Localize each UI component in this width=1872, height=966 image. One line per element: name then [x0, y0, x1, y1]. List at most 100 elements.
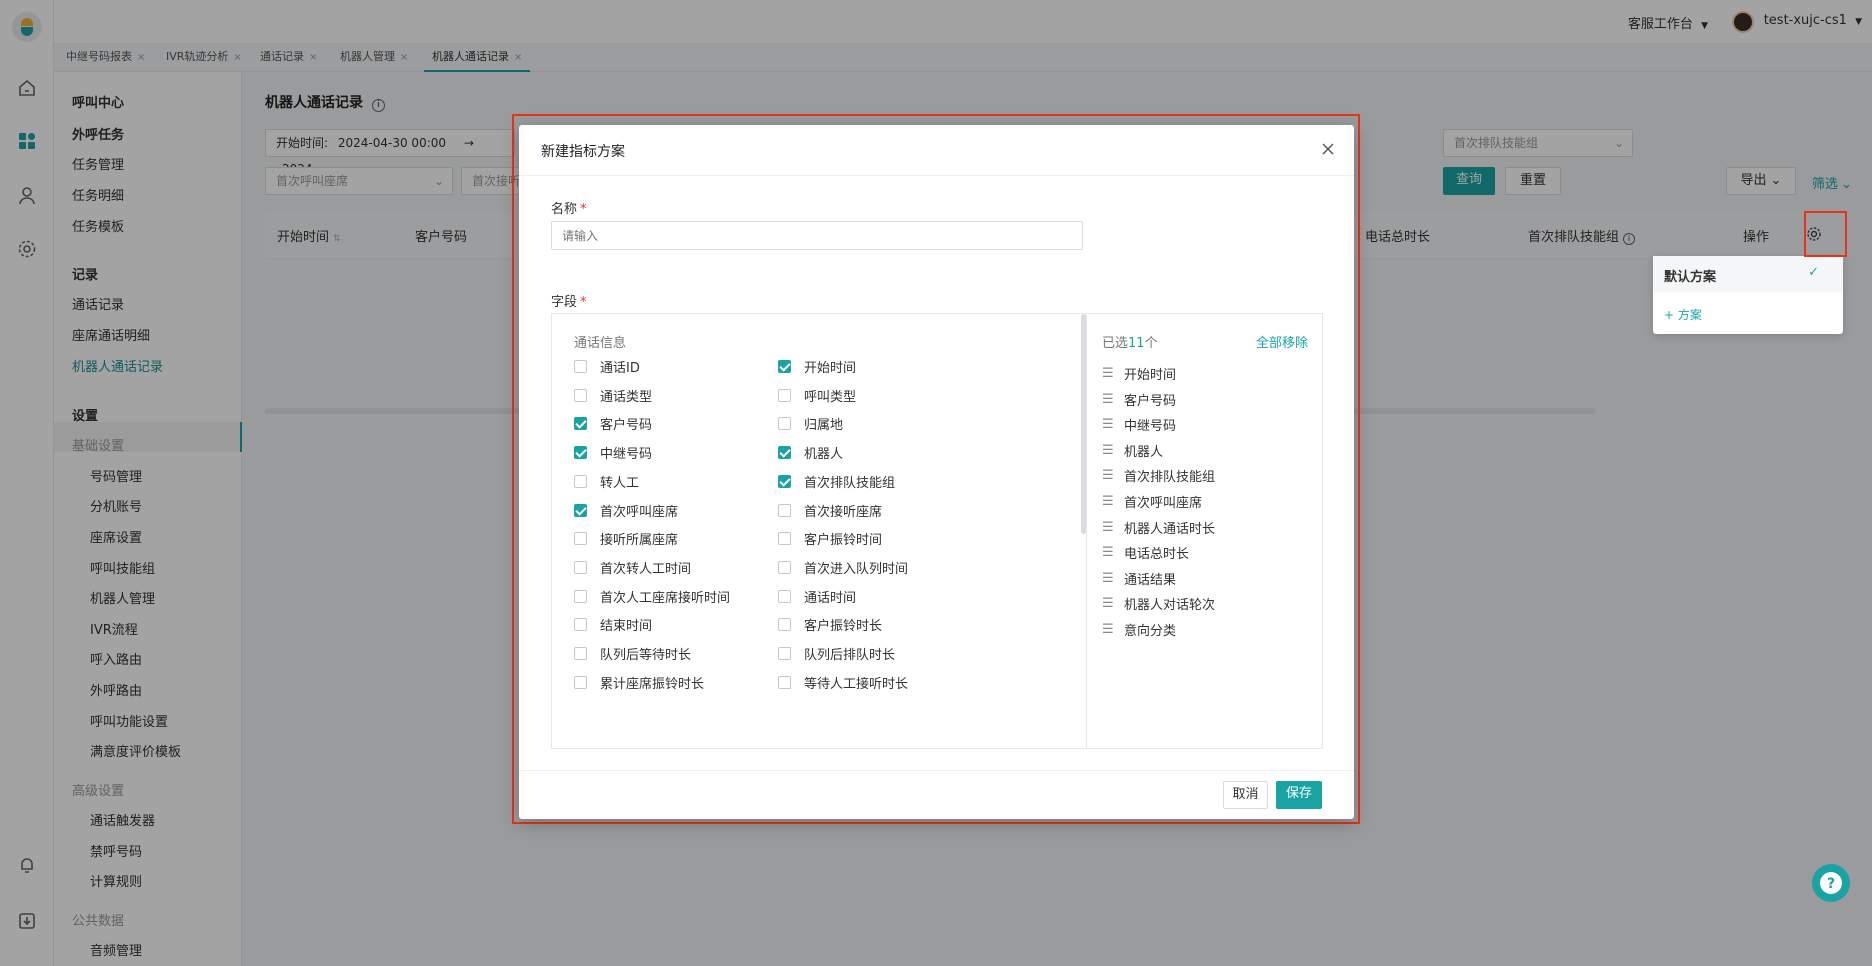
checkbox-checked[interactable]: [778, 446, 791, 460]
group-title: 通话信息: [574, 336, 627, 351]
field-option[interactable]: 通话ID: [574, 357, 640, 376]
selected-item[interactable]: ☰ 通话结果: [1102, 569, 1176, 588]
fields-label: 字段 *: [551, 291, 587, 310]
field-option[interactable]: 通话类型: [574, 386, 652, 405]
field-option[interactable]: 客户振铃时长: [778, 615, 882, 634]
drag-handle-icon[interactable]: ☰: [1102, 468, 1114, 483]
checkbox[interactable]: [574, 589, 587, 603]
checkbox[interactable]: [574, 388, 587, 402]
option-label: 通话ID: [600, 361, 640, 376]
checkbox[interactable]: [574, 675, 587, 689]
field-option[interactable]: 首次人工座席接听时间: [574, 587, 730, 606]
checkbox[interactable]: [574, 360, 587, 373]
option-label: 队列后排队时长: [804, 648, 896, 663]
drag-handle-icon[interactable]: ☰: [1102, 571, 1114, 586]
selected-item[interactable]: ☰ 首次呼叫座席: [1102, 492, 1202, 511]
selected-count-value: 11: [1128, 336, 1145, 351]
checkbox[interactable]: [574, 474, 587, 488]
checkbox[interactable]: [778, 388, 791, 402]
checkbox[interactable]: [778, 417, 791, 431]
scheme-default-item[interactable]: 默认方案 ✓: [1653, 256, 1843, 292]
drag-handle-icon[interactable]: ☰: [1102, 520, 1114, 535]
checkbox[interactable]: [574, 532, 587, 546]
remove-all-link[interactable]: 全部移除: [1256, 332, 1308, 351]
checkbox[interactable]: [574, 618, 587, 632]
option-label: 通话类型: [600, 389, 653, 405]
selected-item[interactable]: ☰ 电话总时长: [1102, 543, 1189, 562]
checkbox[interactable]: [778, 647, 791, 660]
save-button[interactable]: 保存: [1276, 781, 1322, 809]
checkbox[interactable]: [778, 589, 791, 603]
selected-panel: 已选11个 全部移除 ☰ 开始时间 ☰ 客户号码 ☰ 中继号码 ☰ 机器人 ☰ 首次排队技能组 ☰ 首…: [1088, 314, 1322, 748]
checkbox[interactable]: [778, 503, 791, 517]
checkbox-checked[interactable]: [778, 474, 791, 488]
option-label: 结束时间: [600, 619, 653, 635]
checkbox[interactable]: [778, 560, 791, 574]
field-option[interactable]: 通话时间: [778, 587, 856, 606]
selected-item[interactable]: ☰ 机器人对话轮次: [1102, 594, 1215, 613]
option-label: 客户号码: [600, 418, 653, 434]
drag-handle-icon[interactable]: ☰: [1102, 622, 1114, 637]
field-option[interactable]: 中继号码: [574, 443, 652, 462]
selected-item[interactable]: ☰ 客户号码: [1102, 390, 1176, 409]
field-option[interactable]: 首次转人工时间: [574, 558, 691, 577]
option-label: 首次进入队列时间: [804, 561, 909, 577]
checkbox[interactable]: [778, 618, 791, 632]
field-option[interactable]: 机器人: [778, 443, 843, 462]
option-label: 呼叫类型: [804, 389, 857, 405]
field-option[interactable]: 结束时间: [574, 615, 652, 634]
selected-item[interactable]: ☰ 开始时间: [1102, 364, 1176, 383]
divider: [519, 175, 1354, 176]
drag-handle-icon[interactable]: ☰: [1102, 417, 1114, 432]
add-scheme-button[interactable]: + 方案: [1664, 306, 1702, 323]
field-option[interactable]: 队列后排队时长: [778, 644, 895, 663]
drag-handle-icon[interactable]: ☰: [1102, 596, 1114, 611]
option-label: 归属地: [804, 418, 844, 434]
field-option[interactable]: 首次呼叫座席: [574, 501, 678, 520]
field-option[interactable]: 累计座席振铃时长: [574, 673, 704, 692]
field-option[interactable]: 归属地: [778, 414, 843, 433]
name-input[interactable]: [551, 221, 1083, 250]
help-button[interactable]: ?: [1812, 864, 1850, 902]
fields-label-text: 字段: [551, 295, 578, 310]
selected-item-label: 机器人: [1124, 444, 1164, 460]
selected-item[interactable]: ☰ 机器人: [1102, 441, 1163, 460]
svg-text:?: ?: [1827, 876, 1835, 892]
selected-item-label: 电话总时长: [1124, 547, 1190, 563]
drag-handle-icon[interactable]: ☰: [1102, 392, 1114, 407]
field-option[interactable]: 客户振铃时间: [778, 529, 882, 548]
divider: [519, 770, 1354, 771]
checkbox-checked[interactable]: [778, 360, 791, 373]
field-option[interactable]: 等待人工接听时长: [778, 673, 908, 692]
checkbox[interactable]: [574, 560, 587, 574]
checkbox-checked[interactable]: [574, 446, 587, 460]
field-option[interactable]: 开始时间: [778, 357, 856, 376]
vertical-scrollbar[interactable]: [1081, 314, 1086, 534]
selected-item[interactable]: ☰ 机器人通话时长: [1102, 518, 1215, 537]
close-icon[interactable]: [1318, 139, 1338, 159]
field-option[interactable]: 转人工: [574, 472, 639, 491]
option-label: 机器人: [804, 447, 844, 463]
selected-item[interactable]: ☰ 首次排队技能组: [1102, 466, 1215, 485]
drag-handle-icon[interactable]: ☰: [1102, 545, 1114, 560]
selected-item[interactable]: ☰ 中继号码: [1102, 415, 1176, 434]
field-option[interactable]: 呼叫类型: [778, 386, 856, 405]
drag-handle-icon[interactable]: ☰: [1102, 494, 1114, 509]
cancel-button[interactable]: 取消: [1223, 781, 1268, 809]
drag-handle-icon[interactable]: ☰: [1102, 443, 1114, 458]
field-option[interactable]: 首次接听座席: [778, 501, 882, 520]
highlight-frame: [1804, 211, 1847, 257]
option-label: 首次排队技能组: [804, 475, 896, 491]
checkbox[interactable]: [574, 647, 587, 660]
checkbox[interactable]: [778, 532, 791, 546]
checkbox[interactable]: [778, 675, 791, 689]
field-option[interactable]: 接听所属座席: [574, 529, 678, 548]
field-option[interactable]: 首次进入队列时间: [778, 558, 908, 577]
checkbox-checked[interactable]: [574, 503, 587, 517]
field-option[interactable]: 首次排队技能组: [778, 472, 895, 491]
checkbox-checked[interactable]: [574, 417, 587, 431]
field-option[interactable]: 队列后等待时长: [574, 644, 691, 663]
drag-handle-icon[interactable]: ☰: [1102, 366, 1114, 381]
field-option[interactable]: 客户号码: [574, 414, 652, 433]
selected-item[interactable]: ☰ 意向分类: [1102, 620, 1176, 639]
